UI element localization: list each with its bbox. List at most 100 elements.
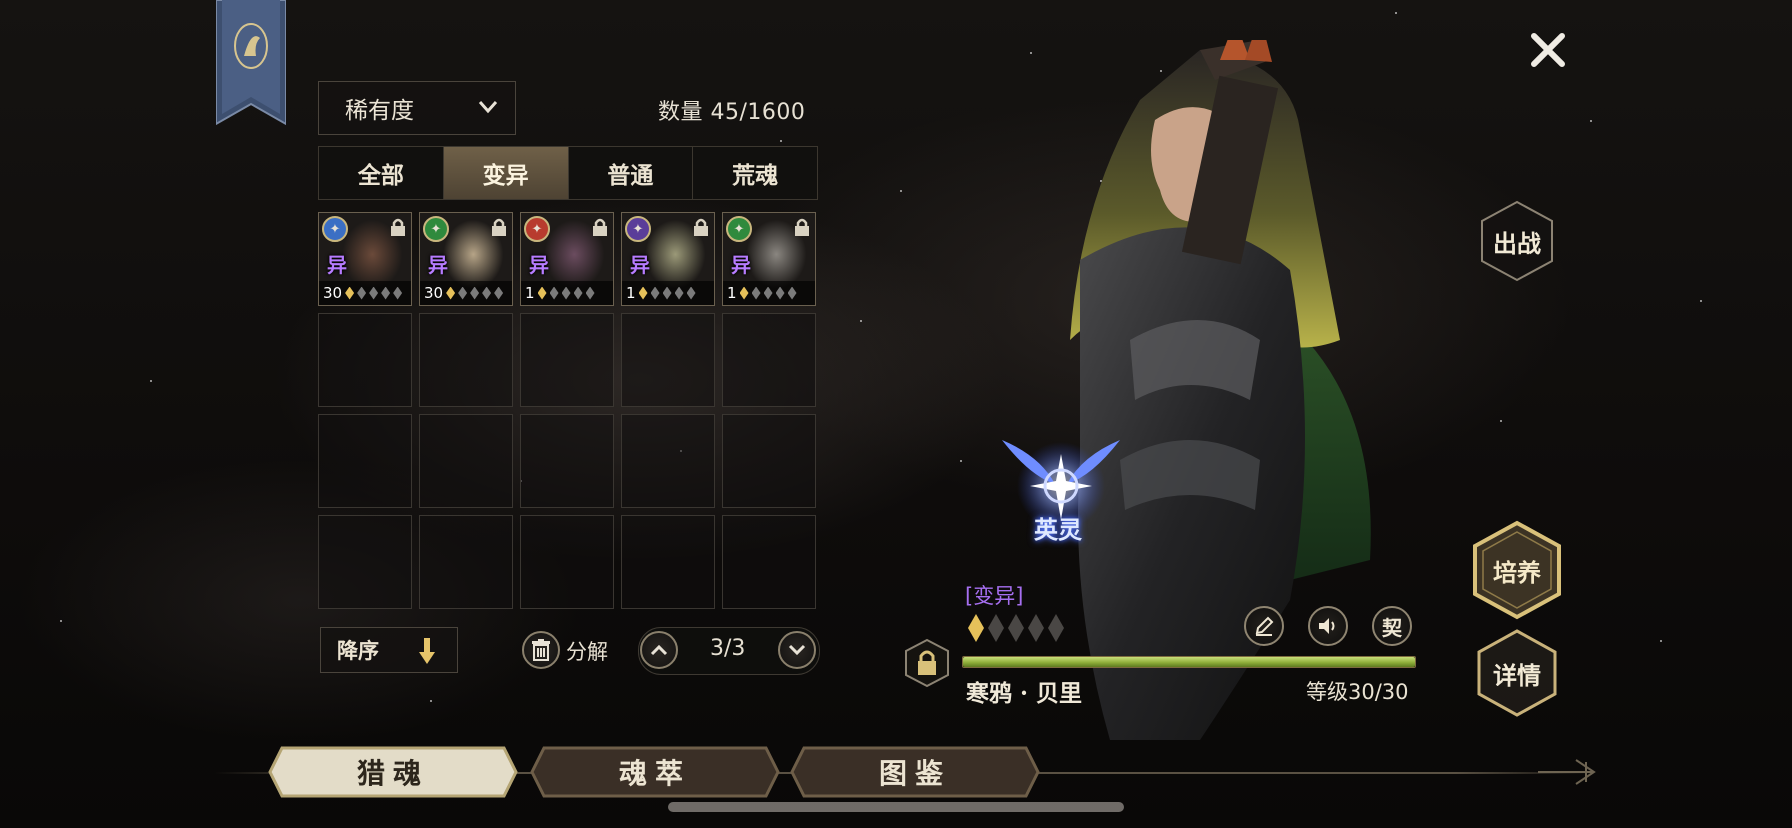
- soul-card[interactable]: ✦ 异 1: [621, 212, 715, 306]
- soul-card[interactable]: ✦ 异 30: [419, 212, 513, 306]
- star-diamond-icon: [549, 286, 559, 300]
- tab-all[interactable]: 全部: [319, 147, 444, 199]
- details-label: 详情: [1493, 660, 1541, 690]
- nav-codex[interactable]: 图鉴: [790, 746, 1040, 798]
- star-dot: [1660, 640, 1662, 642]
- soul-card[interactable]: ✦ 异 30: [318, 212, 412, 306]
- rarity-tag: [变异]: [965, 584, 1024, 608]
- hero-level: 等级30/30: [1306, 680, 1409, 704]
- hero-star-rating: [968, 614, 1064, 642]
- decompose-label[interactable]: 分解: [566, 636, 608, 666]
- star-diamond-icon: [650, 286, 660, 300]
- close-icon[interactable]: [1528, 30, 1568, 70]
- variant-mark: 异: [630, 253, 650, 277]
- star-diamond-icon: [470, 286, 480, 300]
- star-diamond-icon: [458, 286, 468, 300]
- sort-order-button[interactable]: 降序: [320, 627, 458, 673]
- star-dot: [1700, 300, 1702, 302]
- nav-hunt-soul[interactable]: 猎魂: [268, 746, 518, 798]
- empty-slot: [419, 515, 513, 609]
- star-dot: [150, 380, 152, 382]
- tab-variant[interactable]: 变异: [443, 147, 569, 199]
- empty-slot: [318, 515, 412, 609]
- pencil-icon: [1255, 616, 1274, 636]
- edit-name-button[interactable]: [1244, 606, 1284, 646]
- star-diamond-icon: [369, 286, 379, 300]
- experience-fill: [963, 657, 1415, 667]
- lock-icon: [492, 218, 506, 236]
- soul-level: 1: [727, 284, 737, 302]
- lock-toggle-button[interactable]: [904, 638, 950, 688]
- page-indicator: 3/3: [710, 636, 746, 661]
- empty-slot: [621, 414, 715, 508]
- nav-soul-extract[interactable]: 魂萃: [530, 746, 780, 798]
- star-diamond-icon: [345, 286, 355, 300]
- lock-icon: [795, 218, 809, 236]
- soul-card[interactable]: ✦ 异 1: [722, 212, 816, 306]
- chevron-up-icon: [650, 644, 668, 656]
- train-label: 培养: [1493, 557, 1541, 587]
- deploy-button[interactable]: 出战: [1480, 200, 1554, 282]
- soul-level-bar: 1: [622, 281, 714, 305]
- soul-level: 30: [424, 284, 444, 302]
- flame-icon: ✦: [524, 216, 550, 242]
- category-tabs: 全部 变异 普通 荒魂: [318, 146, 818, 200]
- star-diamond-icon: [787, 286, 797, 300]
- star-diamond-icon: [393, 286, 403, 300]
- empty-slot: [520, 313, 614, 407]
- star-dot: [860, 320, 862, 322]
- nav-hunt-soul-label: 猎魂: [356, 757, 429, 790]
- home-indicator[interactable]: [668, 802, 1124, 812]
- star-diamond-icon: [381, 286, 391, 300]
- page-down-button[interactable]: [778, 631, 816, 669]
- empty-slot: [722, 313, 816, 407]
- chevron-down-icon: [478, 101, 498, 114]
- star-diamond-icon: [573, 286, 583, 300]
- speaker-icon: [1319, 618, 1335, 634]
- empty-slot: [621, 313, 715, 407]
- nav-codex-label: 图鉴: [878, 757, 951, 790]
- star-dot: [780, 140, 782, 142]
- empty-slot: [419, 414, 513, 508]
- lock-icon: [694, 218, 708, 236]
- contract-button[interactable]: 契: [1372, 606, 1412, 646]
- star-diamond-icon: [585, 286, 595, 300]
- soul-level: 1: [525, 284, 535, 302]
- page-up-button[interactable]: [640, 631, 678, 669]
- star-dot: [1590, 120, 1592, 122]
- star-dot: [1500, 420, 1502, 422]
- empty-slot: [520, 414, 614, 508]
- star-diamond-icon: [662, 286, 672, 300]
- soul-card[interactable]: ✦ 异 1: [520, 212, 614, 306]
- contract-label: 契: [1382, 615, 1402, 640]
- leaf-icon: ✦: [726, 216, 752, 242]
- star-diamond-icon: [968, 614, 984, 642]
- variant-mark: 异: [327, 253, 347, 277]
- moon-icon: ✦: [625, 216, 651, 242]
- decompose-button[interactable]: [522, 631, 560, 669]
- rarity-sort-dropdown[interactable]: 稀有度: [318, 81, 516, 135]
- star-diamond-icon: [1028, 614, 1044, 642]
- empty-slot: [722, 515, 816, 609]
- nav-soul-extract-label: 魂萃: [618, 757, 691, 790]
- star-diamond-icon: [1008, 614, 1024, 642]
- voice-button[interactable]: [1308, 606, 1348, 646]
- empty-slot: [419, 313, 513, 407]
- tab-normal[interactable]: 普通: [569, 147, 694, 199]
- star-diamond-icon: [763, 286, 773, 300]
- heroic-spirit-label: 英灵: [1034, 515, 1082, 544]
- rarity-sort-label: 稀有度: [345, 98, 414, 124]
- details-button[interactable]: 详情: [1476, 628, 1558, 718]
- star-diamond-icon: [638, 286, 648, 300]
- guild-banner-icon[interactable]: [216, 0, 286, 128]
- train-button[interactable]: 培养: [1472, 520, 1562, 620]
- soul-level-bar: 1: [521, 281, 613, 305]
- star-diamond-icon: [988, 614, 1004, 642]
- star-diamond-icon: [537, 286, 547, 300]
- empty-slot: [318, 313, 412, 407]
- empty-slot: [621, 515, 715, 609]
- tab-wild-soul[interactable]: 荒魂: [693, 147, 817, 199]
- hero-name: 寒鸦 · 贝里: [966, 680, 1083, 707]
- star-diamond-icon: [739, 286, 749, 300]
- experience-bar: [962, 656, 1416, 668]
